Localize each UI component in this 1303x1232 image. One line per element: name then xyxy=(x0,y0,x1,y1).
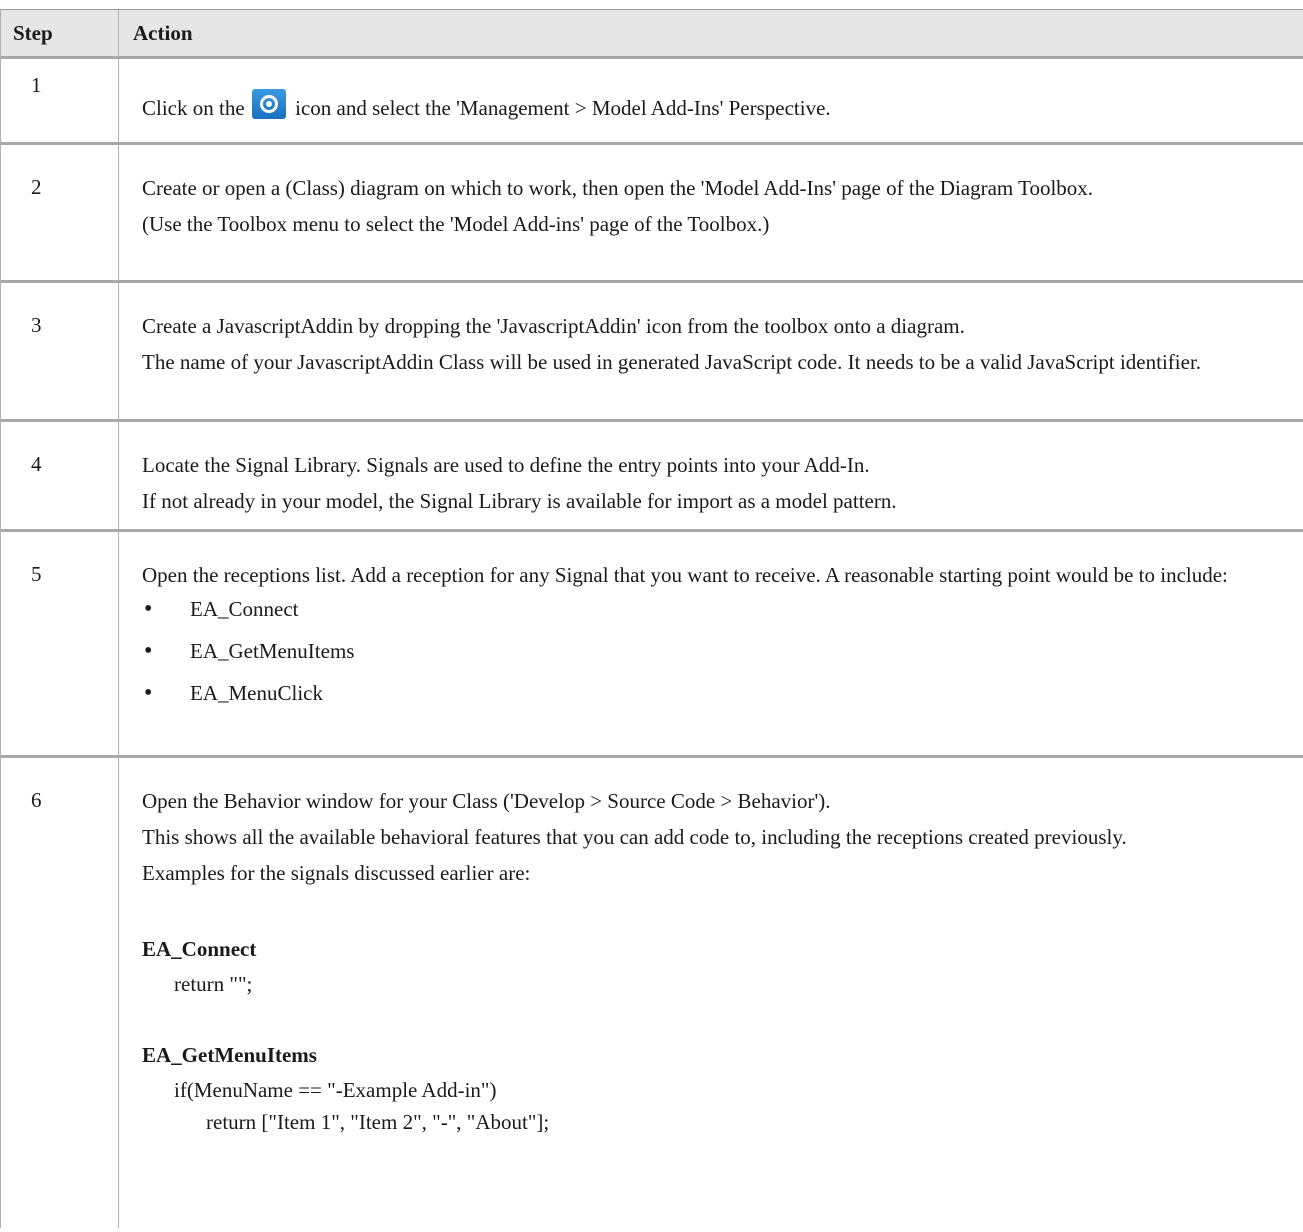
step-text: The name of your JavascriptAddin Class w… xyxy=(142,350,1202,374)
step-number: 3 xyxy=(1,283,119,419)
example-title: EA_GetMenuItems xyxy=(142,1043,317,1067)
table-row: 5 Open the receptions list. Add a recept… xyxy=(1,532,1303,758)
step-text: Locate the Signal Library. Signals are u… xyxy=(142,453,870,477)
eye-icon[interactable] xyxy=(251,89,286,119)
step-action: Locate the Signal Library. Signals are u… xyxy=(119,422,1303,529)
step-action: Open the Behavior window for your Class … xyxy=(119,758,1303,1228)
code-line: return ""; xyxy=(174,972,253,996)
step-text: Click on the xyxy=(142,96,245,120)
step-text: icon and select the 'Management > Model … xyxy=(295,96,831,120)
step-text: Create a JavascriptAddin by dropping the… xyxy=(142,314,965,338)
step-action: Click on the icon and select the 'Manage… xyxy=(119,59,1303,142)
step-text: Examples for the signals discussed earli… xyxy=(142,861,531,885)
table-row: 4 Locate the Signal Library. Signals are… xyxy=(1,422,1303,532)
step-number: 6 xyxy=(1,758,119,1228)
table-row: 6 Open the Behavior window for your Clas… xyxy=(1,758,1303,1228)
step-number: 5 xyxy=(1,532,119,755)
step-text: This shows all the available behavioral … xyxy=(142,825,1127,849)
list-item: EA_Connect xyxy=(142,594,1293,636)
step-action: Create a JavascriptAddin by dropping the… xyxy=(119,283,1303,419)
header-action: Action xyxy=(133,20,193,45)
steps-table: Step Action 1 Click on the icon and sele… xyxy=(0,9,1303,1228)
list-item: EA_GetMenuItems xyxy=(142,636,1293,678)
step-text: Create or open a (Class) diagram on whic… xyxy=(142,176,1094,200)
step-number: 1 xyxy=(1,59,119,142)
code-line: if(MenuName == "-Example Add-in") xyxy=(174,1078,497,1102)
table-header: Step Action xyxy=(1,9,1303,59)
step-text: If not already in your model, the Signal… xyxy=(142,489,897,513)
step-number: 2 xyxy=(1,145,119,280)
step-number: 4 xyxy=(1,422,119,529)
step-action: Open the receptions list. Add a receptio… xyxy=(119,532,1303,755)
table-row: 3 Create a JavascriptAddin by dropping t… xyxy=(1,283,1303,422)
header-step: Step xyxy=(1,10,119,56)
table-row: 1 Click on the icon and select the 'Mana… xyxy=(1,59,1303,145)
step-action: Create or open a (Class) diagram on whic… xyxy=(119,145,1303,280)
signal-list: EA_Connect EA_GetMenuItems EA_MenuClick xyxy=(142,594,1293,720)
table-row: 2 Create or open a (Class) diagram on wh… xyxy=(1,145,1303,283)
step-text: Open the receptions list. Add a receptio… xyxy=(142,563,1228,587)
step-text: (Use the Toolbox menu to select the 'Mod… xyxy=(142,212,770,236)
example-title: EA_Connect xyxy=(142,937,257,961)
code-line: return ["Item 1", "Item 2", "-", "About"… xyxy=(206,1110,550,1134)
step-text: Open the Behavior window for your Class … xyxy=(142,789,831,813)
list-item: EA_MenuClick xyxy=(142,678,1293,720)
